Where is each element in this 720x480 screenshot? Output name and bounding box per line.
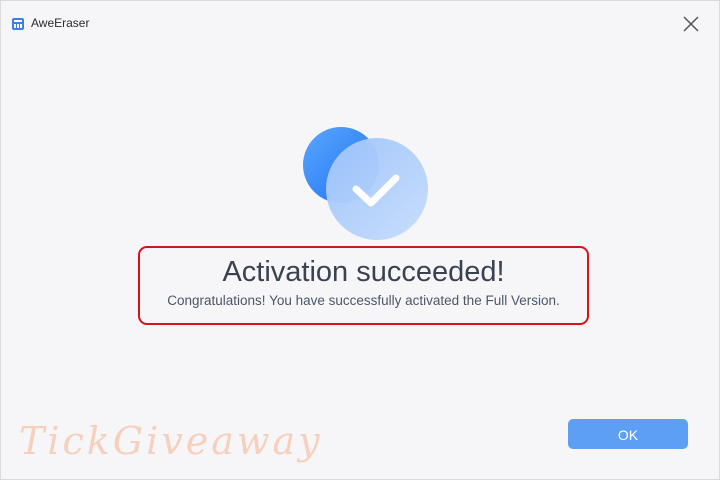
success-headline: Activation succeeded! [222,256,505,288]
window-title: AweEraser [31,16,90,30]
activation-dialog: AweEraser Activation succeeded! Congratu… [0,0,720,480]
close-icon [683,16,699,32]
success-illustration [301,125,431,245]
app-icon [11,17,25,31]
success-message: Congratulations! You have successfully a… [167,293,560,308]
success-message-box: Activation succeeded! Congratulations! Y… [138,246,589,325]
ok-button[interactable]: OK [568,419,688,449]
title-bar: AweEraser [1,1,719,47]
watermark: TickGiveaway [19,419,323,463]
close-button[interactable] [678,11,704,37]
